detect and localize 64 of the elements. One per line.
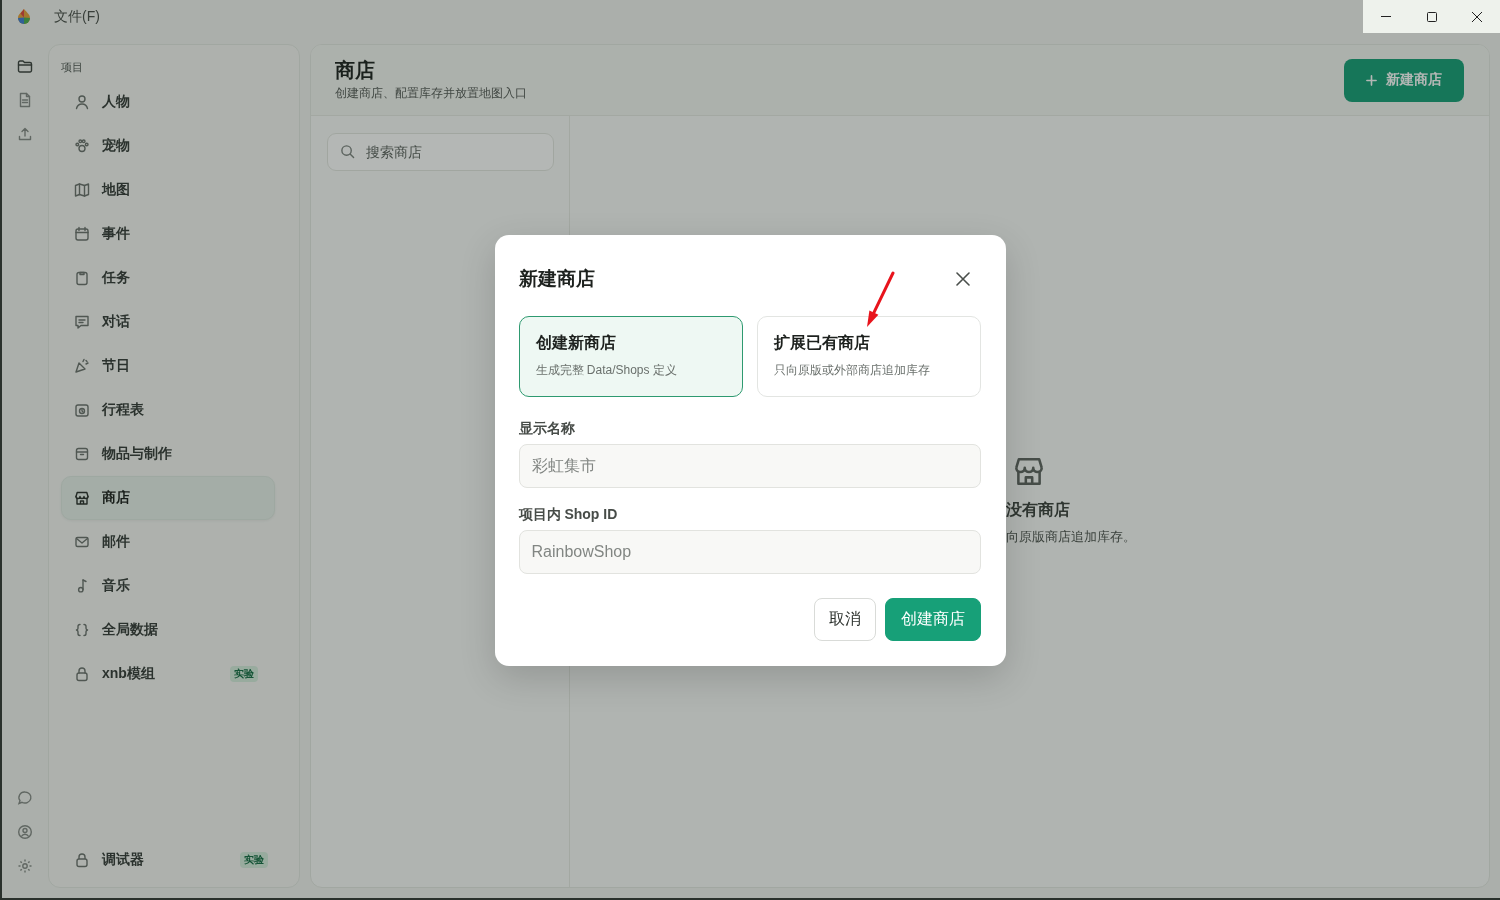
search-icon	[340, 144, 355, 159]
paw-icon	[74, 138, 90, 154]
empty-state-text: 向原版商店追加库存。	[1006, 528, 1136, 546]
cancel-button[interactable]: 取消	[813, 597, 876, 641]
sidebar-item[interactable]: 行程表	[61, 388, 275, 432]
option-title: 创建新商店	[535, 333, 616, 353]
page-title: 商店	[335, 58, 376, 82]
sidebar-item[interactable]: 人物	[61, 80, 275, 124]
option-card[interactable]: 扩展已有商店 只向原版或外部商店追加库存	[756, 315, 981, 397]
maximize-icon	[1426, 11, 1437, 22]
minimize-icon	[1380, 16, 1391, 17]
plus-icon	[1366, 74, 1377, 86]
file-menu[interactable]: 文件(F)	[54, 8, 100, 26]
mail-icon	[74, 534, 90, 550]
option-title: 扩展已有商店	[773, 333, 870, 353]
sidebar-item[interactable]: 事件	[61, 212, 275, 256]
close-icon	[1472, 11, 1483, 22]
map-icon	[74, 182, 90, 198]
search-field[interactable]: 搜索商店	[327, 133, 554, 171]
field-label: 显示名称	[518, 418, 576, 437]
close-icon	[955, 271, 970, 286]
page-subtitle: 创建商店、配置库存并放置地图入口	[335, 85, 527, 102]
input-field[interactable]: RainbowShop	[518, 529, 981, 574]
lock-icon	[74, 666, 90, 682]
dialog-title: 新建商店	[518, 266, 595, 291]
field-label: 项目内 Shop ID	[518, 504, 619, 523]
option-description: 生成完整 Data/Shops 定义	[535, 362, 677, 379]
document-icon[interactable]	[17, 92, 33, 108]
chat-icon[interactable]	[17, 790, 33, 806]
sidebar-item[interactable]: 调试器 实验	[61, 838, 275, 882]
account-icon[interactable]	[17, 824, 33, 840]
empty-state-title: 没有商店	[1006, 500, 1070, 520]
status-tag: 实验	[240, 852, 268, 868]
lock-icon	[74, 852, 90, 868]
sidebar-item[interactable]: 宠物	[61, 124, 275, 168]
option-card[interactable]: 创建新商店 生成完整 Data/Shops 定义	[518, 315, 743, 397]
clipboard-icon	[74, 270, 90, 286]
sidebar-item[interactable]: 物品与制作	[61, 432, 275, 476]
sidebar-item[interactable]: 任务	[61, 256, 275, 300]
box-icon	[74, 446, 90, 462]
settings-icon[interactable]	[17, 858, 33, 874]
sidebar-item[interactable]: 地图	[61, 168, 275, 212]
sidebar-item[interactable]: 邮件	[61, 520, 275, 564]
create-button[interactable]: 创建商店	[884, 597, 981, 641]
option-description: 只向原版或外部商店追加库存	[773, 362, 930, 379]
sidebar-item[interactable]: 商店	[61, 476, 275, 520]
party-popper-icon	[74, 358, 90, 374]
sidebar-item[interactable]: xnb模组 实验	[61, 652, 275, 696]
sidebar-item[interactable]: 节日	[61, 344, 275, 388]
store-icon	[74, 490, 90, 506]
calendar-clock-icon	[74, 402, 90, 418]
calendar-icon	[74, 226, 90, 242]
chat-icon	[74, 314, 90, 330]
braces-icon	[74, 622, 90, 638]
sidebar-item[interactable]: 音乐	[61, 564, 275, 608]
sidebar-item[interactable]: 对话	[61, 300, 275, 344]
person-icon	[74, 94, 90, 110]
status-tag: 实验	[230, 666, 258, 682]
input-field[interactable]: 彩虹集市	[518, 443, 981, 488]
upload-icon[interactable]	[17, 126, 33, 142]
section-label: 项目	[61, 60, 84, 74]
folder-icon[interactable]	[17, 58, 33, 74]
sidebar-item[interactable]: 全局数据	[61, 608, 275, 652]
app-logo-icon	[15, 8, 33, 26]
